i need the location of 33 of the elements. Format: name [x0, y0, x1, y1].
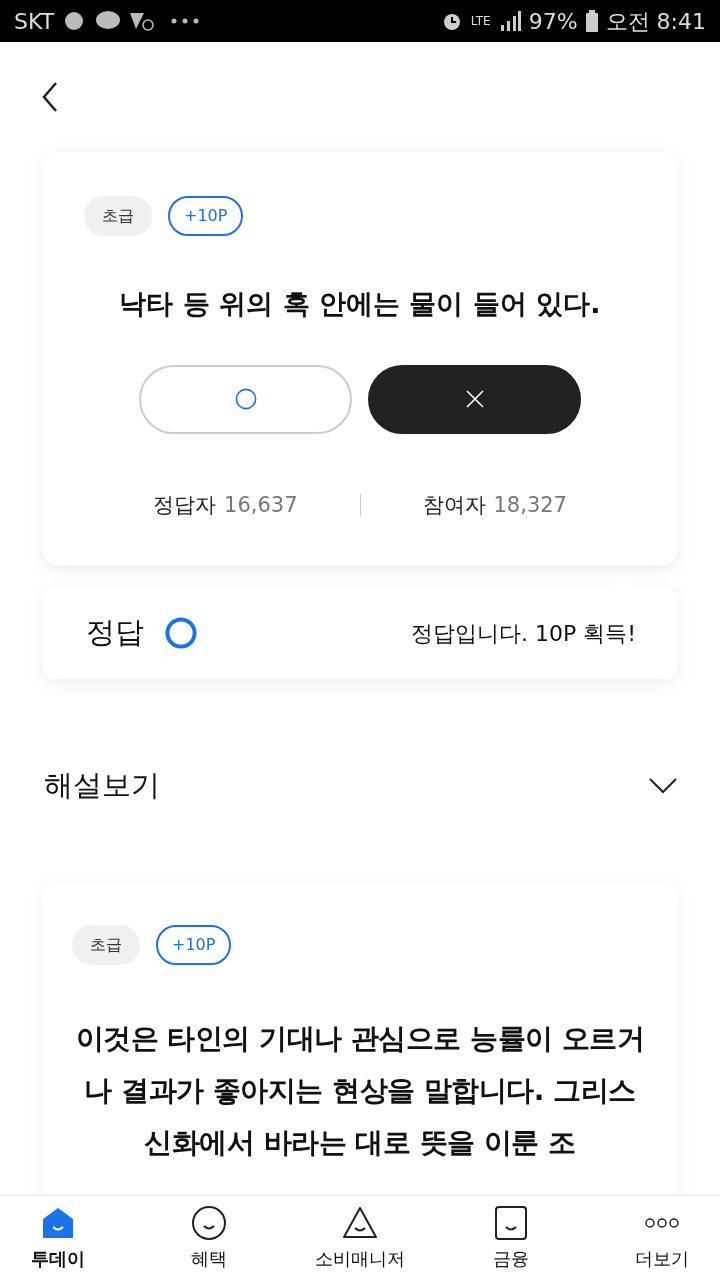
battery-icon — [585, 10, 598, 32]
circle-icon — [233, 387, 258, 411]
question-text: 낙타 등 위의 혹 안에는 물이 들어 있다. — [118, 287, 602, 321]
nav-tab[interactable]: 투데이 — [8, 1205, 108, 1272]
explanation-toggle[interactable]: 해설보기 — [44, 764, 160, 808]
network-label: LTE — [470, 13, 491, 30]
battery-percent: 97% — [528, 7, 578, 36]
back-button[interactable] — [40, 81, 60, 113]
stat-label: 정답자 — [153, 491, 216, 519]
more-icon — [644, 1218, 680, 1228]
answer-label: 정답 — [86, 614, 144, 652]
stat-value: 18,327 — [493, 491, 567, 519]
points-tag: +10P — [168, 196, 244, 236]
explanation-text: 이것은 타인의 기대나 관심으로 능률이 오르거나 결과가 좋아지는 현상을 말합니다. 그리스 신화에서 바라는 대로 뜻을 이룬 조 — [74, 1021, 646, 1161]
nav-tab[interactable]: 더보기 — [612, 1205, 712, 1272]
stat-label: 참여자 — [422, 491, 486, 519]
result-message: 정답입니다. 10P 획득! — [410, 619, 636, 648]
smile-circle-icon — [191, 1205, 227, 1241]
nav-tab[interactable]: 소비매니저 — [310, 1205, 410, 1272]
more-icon — [170, 17, 201, 25]
carrier-name: SKT — [14, 7, 55, 36]
clock-time: 오전 8:41 — [605, 7, 706, 36]
stat-value: 16,637 — [224, 491, 298, 519]
signal-icon — [498, 11, 521, 31]
nav-tab[interactable]: 금융 — [461, 1205, 561, 1272]
smile-triangle-icon — [342, 1205, 378, 1241]
home-icon — [40, 1205, 76, 1241]
level-tag: 초급 — [84, 196, 152, 236]
nav-tab[interactable]: 혜택 — [159, 1205, 259, 1272]
circle-icon — [164, 616, 198, 650]
points-tag: +10P — [156, 925, 232, 965]
smile-square-icon — [493, 1205, 529, 1241]
level-tag: 초급 — [72, 925, 140, 965]
